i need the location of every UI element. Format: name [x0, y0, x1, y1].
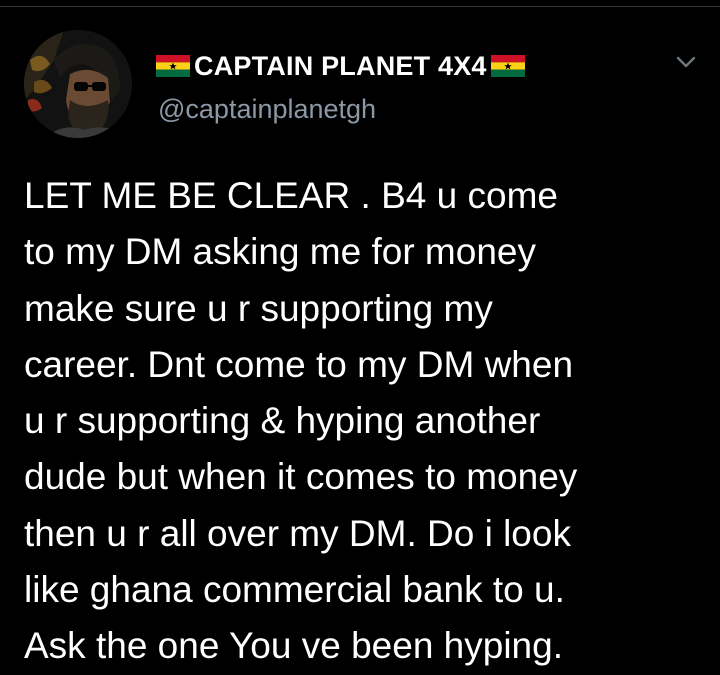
- author-avatar[interactable]: [24, 30, 132, 138]
- tweet-line: LET ME BE CLEAR . B4 u come: [24, 175, 558, 216]
- author-name-row[interactable]: CAPTAIN PLANET 4X4: [156, 48, 525, 84]
- tweet-text: LET ME BE CLEAR . B4 u come to my DM ask…: [24, 168, 714, 675]
- tweet-line: u r supporting & hyping another: [24, 400, 541, 442]
- tweet-line: make sure u r supporting my: [24, 287, 493, 329]
- tweet-line: then u r all over my DM. Do i look: [24, 512, 571, 554]
- ghana-flag-icon: [490, 55, 525, 77]
- author-display-name[interactable]: CAPTAIN PLANET 4X4: [194, 51, 487, 82]
- top-divider: [0, 6, 720, 7]
- ghana-flag-icon: [156, 55, 190, 77]
- tweet-line: like ghana commercial bank to u.: [24, 569, 565, 611]
- chevron-down-icon[interactable]: [672, 48, 700, 76]
- tweet-line: Ask the one You ve been hyping.: [24, 625, 563, 667]
- tweet-line: dude but when it comes to money: [24, 456, 578, 498]
- avatar-photo-icon: [24, 30, 132, 138]
- author-handle[interactable]: @captainplanetgh: [158, 94, 376, 125]
- tweet-line: career. Dnt come to my DM when: [24, 343, 574, 385]
- tweet-line: to my DM asking me for money: [24, 231, 536, 273]
